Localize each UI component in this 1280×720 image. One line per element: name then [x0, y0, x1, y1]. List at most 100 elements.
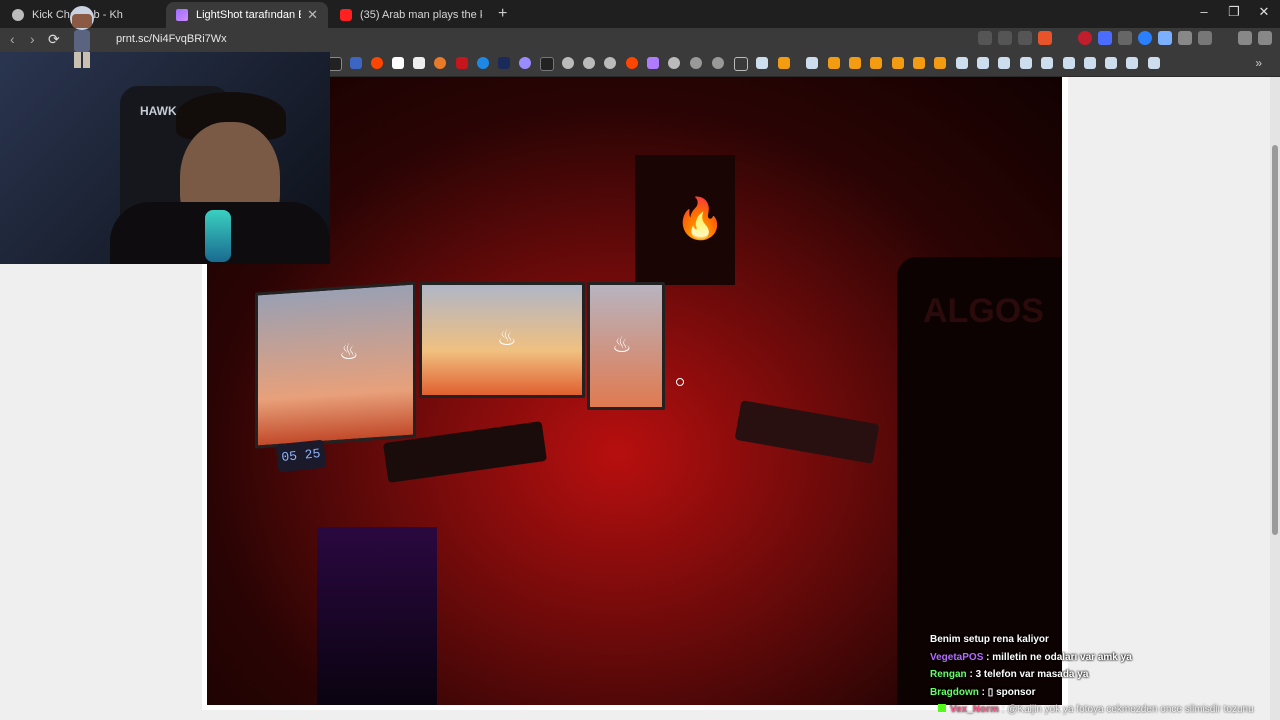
steam-icon[interactable] — [1063, 57, 1075, 69]
ticker-text: @Kaijin yok ya fotoya cekmezden once sil… — [1007, 704, 1254, 715]
chat-username: VegetaPOS — [930, 651, 984, 663]
bookmark-icon[interactable] — [849, 57, 861, 69]
bookmark-icon[interactable] — [690, 57, 702, 69]
bookmark-icon[interactable] — [413, 57, 425, 69]
steam-icon[interactable] — [1148, 57, 1160, 69]
mouse-cursor — [676, 378, 684, 386]
scrollbar-thumb[interactable] — [1272, 145, 1278, 535]
steam-icon[interactable] — [977, 57, 989, 69]
bookmark-icon[interactable] — [519, 57, 531, 69]
lightshot-icon — [176, 9, 188, 21]
chat-ticker: Vex_Norm : @Kaijin yok ya fotoya cekmezd… — [938, 704, 1278, 715]
midi-keyboard — [734, 400, 880, 464]
steam-icon[interactable] — [1084, 57, 1096, 69]
reddit-icon[interactable] — [371, 57, 383, 69]
desk-clock: 05 25 — [275, 439, 327, 473]
netflix-icon[interactable] — [456, 57, 468, 69]
address-bar[interactable]: prnt.sc/Ni4FvqBRi7Wx — [116, 33, 227, 45]
new-tab-button[interactable]: + — [498, 5, 507, 23]
tab-label: (35) Arab man plays the keyboard wi — [360, 9, 482, 21]
gear-icon[interactable] — [712, 57, 724, 69]
bookmark-icon[interactable] — [668, 57, 680, 69]
steam-icon[interactable] — [956, 57, 968, 69]
bookmark-icon[interactable] — [778, 57, 790, 69]
sidebar-icon[interactable] — [1198, 31, 1212, 45]
x-bookmark-icon[interactable] — [328, 57, 342, 71]
chat-message: VegetaPOS : milletin ne odaları var amk … — [930, 652, 1270, 670]
cast-icon[interactable] — [998, 31, 1012, 45]
lightshot-icon[interactable] — [647, 57, 659, 69]
bookmark-icon[interactable] — [828, 57, 840, 69]
media-icon[interactable] — [1238, 31, 1252, 45]
steam-icon[interactable] — [998, 57, 1010, 69]
chair-logo: HAWK — [140, 104, 177, 118]
microphone — [205, 210, 231, 262]
more-bookmarks-button[interactable]: » — [1255, 56, 1262, 70]
bookmark-icon[interactable] — [477, 57, 489, 69]
chat-text: Benim setup rena kaliyor — [930, 634, 1049, 645]
steam-icon[interactable] — [1105, 57, 1117, 69]
chat-text: ▯ sponsor — [987, 686, 1036, 698]
bookmark-icon[interactable] — [583, 57, 595, 69]
share-icon[interactable] — [1018, 31, 1032, 45]
badge-icon — [938, 704, 946, 712]
steam-icon[interactable] — [1041, 57, 1053, 69]
extension-icon[interactable] — [1158, 31, 1172, 45]
chat-separator: : — [978, 686, 988, 698]
chat-separator: : — [966, 669, 976, 680]
puzzle-icon[interactable] — [1178, 31, 1192, 45]
minimize-button[interactable]: – — [1194, 4, 1214, 19]
flame-logo-icon: 🔥 — [675, 197, 725, 241]
chat-username: Rengan — [930, 669, 967, 680]
tab-youtube[interactable]: (35) Arab man plays the keyboard wi — [330, 2, 492, 28]
bookmark-icon[interactable] — [870, 57, 882, 69]
chat-username: Bragdown — [930, 686, 979, 698]
bookmark-icon[interactable] — [562, 57, 574, 69]
folder-icon[interactable] — [734, 57, 748, 71]
steam-icon[interactable] — [1126, 57, 1138, 69]
steam-icon[interactable] — [756, 57, 768, 69]
bookmark-icon[interactable] — [392, 57, 404, 69]
chat-separator: : — [983, 651, 993, 663]
brave-shield-icon[interactable] — [1038, 31, 1052, 45]
chat-overlay: Benim setup rena kaliyor VegetaPOS : mil… — [930, 634, 1270, 704]
bookmark-icon[interactable] — [540, 57, 554, 71]
restore-button[interactable]: ❐ — [1224, 4, 1244, 20]
left-monitor — [255, 281, 416, 449]
close-window-button[interactable]: ✕ — [1254, 4, 1274, 20]
tab-lightshot[interactable]: LightShot tarafından Ekran Görü ✕ — [166, 2, 328, 28]
scrollbar[interactable] — [1270, 77, 1280, 720]
reload-button[interactable]: ⟳ — [48, 31, 60, 48]
bookmark-icon[interactable] — [434, 57, 446, 69]
bookmark-icon[interactable] — [350, 57, 362, 69]
ticker-username: Vex_Norm — [950, 704, 999, 715]
zoom-icon[interactable] — [978, 31, 992, 45]
avatar — [70, 6, 94, 68]
extension-icon[interactable] — [1098, 31, 1112, 45]
youtube-icon — [340, 9, 352, 21]
chair-brand-text: ALGOS — [923, 292, 1044, 330]
kick-icon — [12, 9, 24, 21]
chat-text: milletin ne odaları var amk ya — [992, 651, 1132, 663]
reddit-icon[interactable] — [626, 57, 638, 69]
bookmark-icon[interactable] — [892, 57, 904, 69]
chat-text: 3 telefon var masada ya — [975, 669, 1089, 680]
back-button[interactable]: ‹ — [10, 31, 15, 47]
forward-button[interactable]: › — [30, 31, 35, 47]
steam-icon[interactable] — [1020, 57, 1032, 69]
toolbar: ‹ › ⟳ prnt.sc/Ni4FvqBRi7Wx — [0, 28, 1280, 52]
bookmark-icon[interactable] — [913, 57, 925, 69]
chat-message: Benim setup rena kaliyor — [930, 634, 1270, 652]
menu-icon[interactable] — [1258, 31, 1272, 45]
extension-icon[interactable] — [1138, 31, 1152, 45]
bookmark-icon[interactable] — [934, 57, 946, 69]
extension-icon[interactable] — [1118, 31, 1132, 45]
bookmark-icon[interactable] — [604, 57, 616, 69]
steam-icon[interactable] — [806, 57, 818, 69]
close-tab-icon[interactable]: ✕ — [307, 7, 318, 23]
extension-icon[interactable] — [1078, 31, 1092, 45]
webcam-overlay: HAWK — [0, 52, 330, 264]
flame-icon: ♨ — [612, 332, 632, 357]
screenshot-image: 🔥 ♨ ♨ ♨ 05 25 ALGOS — [207, 77, 1062, 705]
bookmark-icon[interactable] — [498, 57, 510, 69]
